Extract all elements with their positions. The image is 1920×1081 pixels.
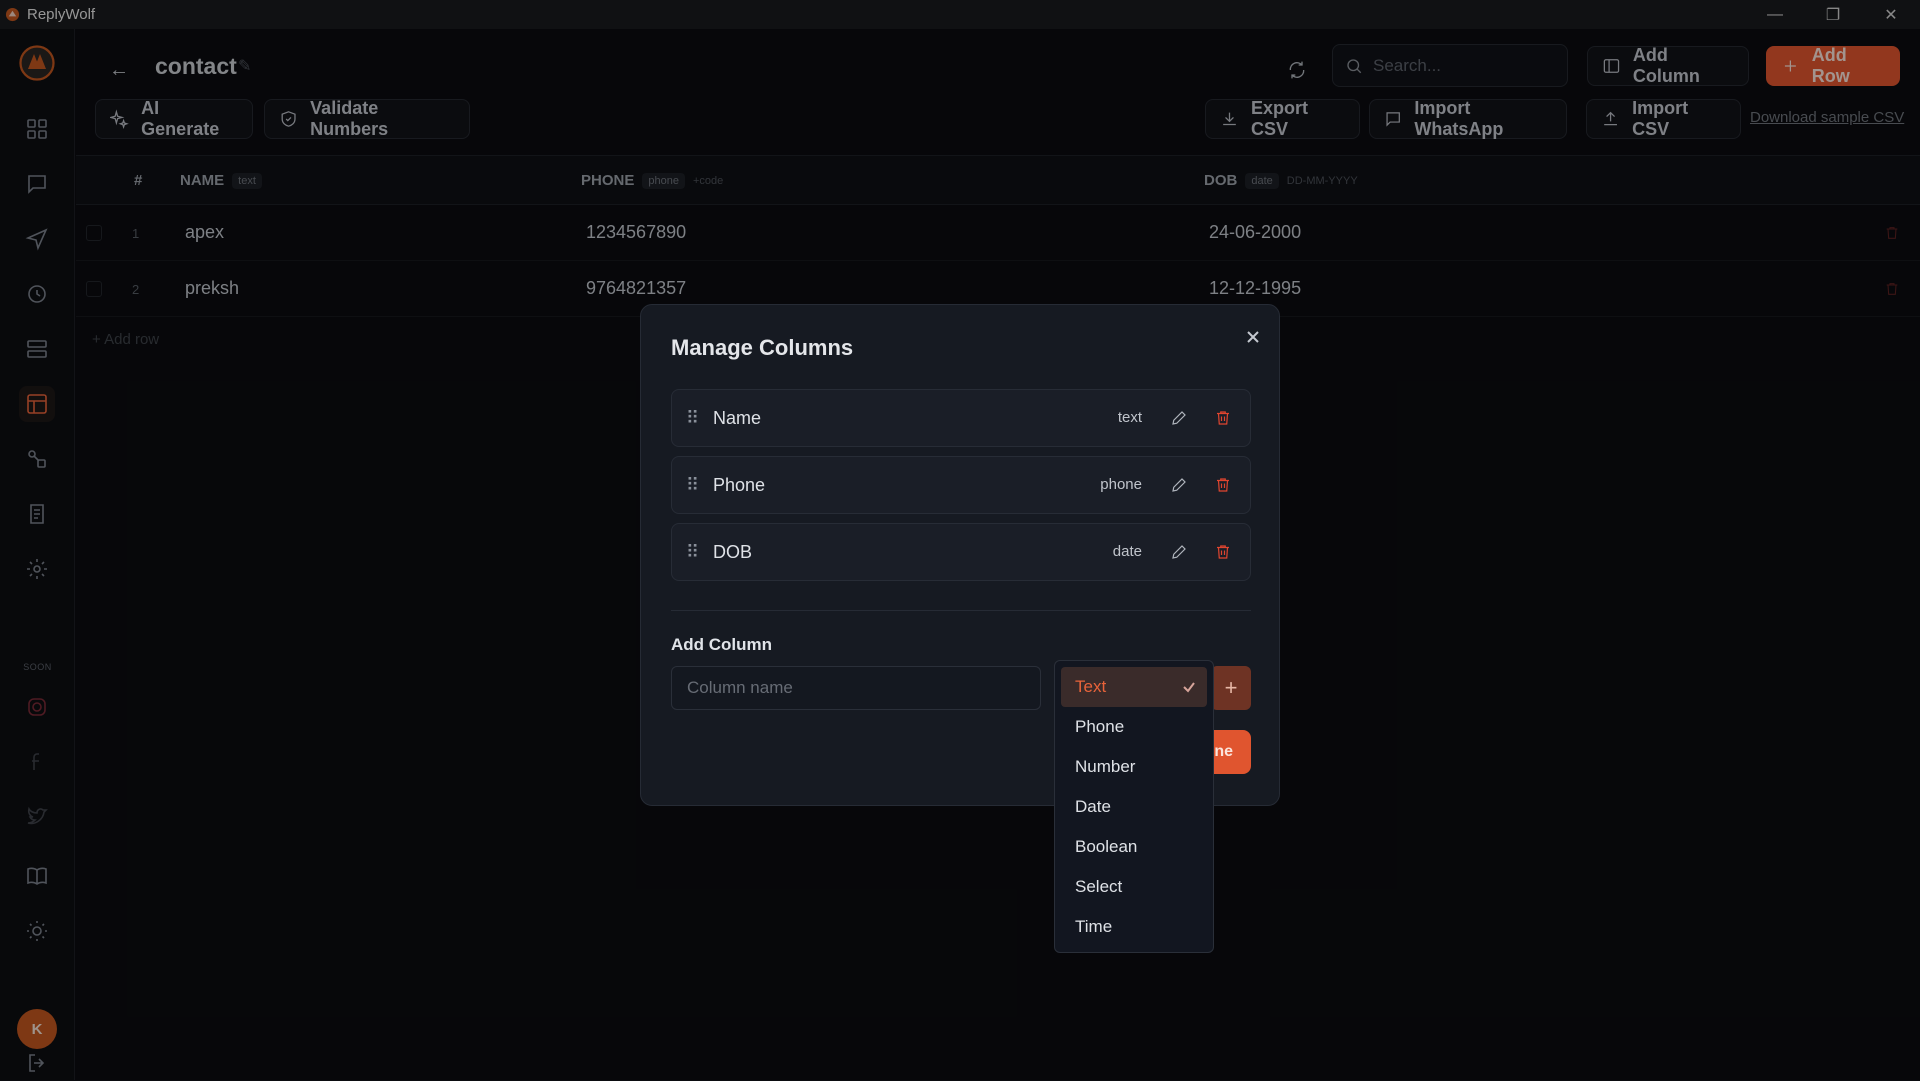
- edit-column-button[interactable]: [1170, 543, 1188, 561]
- column-name-input[interactable]: [671, 666, 1041, 710]
- close-icon: [1247, 331, 1259, 343]
- delete-column-button[interactable]: [1214, 409, 1232, 427]
- column-type: date: [1112, 543, 1142, 560]
- column-name: Phone: [713, 475, 766, 495]
- column-name: Name: [713, 408, 762, 428]
- edit-column-button[interactable]: [1170, 476, 1188, 494]
- column-type: phone: [1100, 476, 1142, 493]
- delete-column-button[interactable]: [1214, 476, 1232, 494]
- edit-column-button[interactable]: [1170, 409, 1188, 427]
- type-option-select[interactable]: Select: [1061, 867, 1207, 907]
- trash-icon: [1217, 478, 1229, 492]
- drag-handle-icon[interactable]: ⠿: [686, 542, 699, 563]
- type-option-date[interactable]: Date: [1061, 787, 1207, 827]
- pencil-icon: [1172, 545, 1186, 559]
- close-dialog-button[interactable]: [1241, 325, 1265, 349]
- type-option-time[interactable]: Time: [1061, 907, 1207, 947]
- section-divider: [671, 610, 1251, 611]
- drag-handle-icon[interactable]: ⠿: [686, 408, 699, 429]
- column-name: DOB: [713, 542, 753, 562]
- check-icon: [1181, 679, 1197, 695]
- type-option-text[interactable]: Text: [1061, 667, 1207, 707]
- drag-handle-icon[interactable]: ⠿: [686, 475, 699, 496]
- delete-column-button[interactable]: [1214, 543, 1232, 561]
- type-option-number[interactable]: Number: [1061, 747, 1207, 787]
- type-option-phone[interactable]: Phone: [1061, 707, 1207, 747]
- option-label: Text: [1075, 677, 1107, 696]
- column-item-phone[interactable]: ⠿ Phone phone: [671, 456, 1251, 514]
- trash-icon: [1217, 545, 1229, 559]
- type-option-boolean[interactable]: Boolean: [1061, 827, 1207, 867]
- column-type: text: [1117, 409, 1142, 426]
- column-item-dob[interactable]: ⠿ DOB date: [671, 523, 1251, 581]
- dialog-title: Manage Columns: [671, 335, 854, 360]
- trash-icon: [1217, 411, 1229, 425]
- column-type-dropdown: Text Phone Number Date Boolean Select Ti…: [1054, 660, 1214, 953]
- pencil-icon: [1172, 411, 1186, 425]
- add-column-heading: Add Column: [671, 635, 773, 654]
- column-item-name[interactable]: ⠿ Name text: [671, 389, 1251, 447]
- add-column-submit-button[interactable]: +: [1211, 666, 1251, 710]
- pencil-icon: [1172, 478, 1186, 492]
